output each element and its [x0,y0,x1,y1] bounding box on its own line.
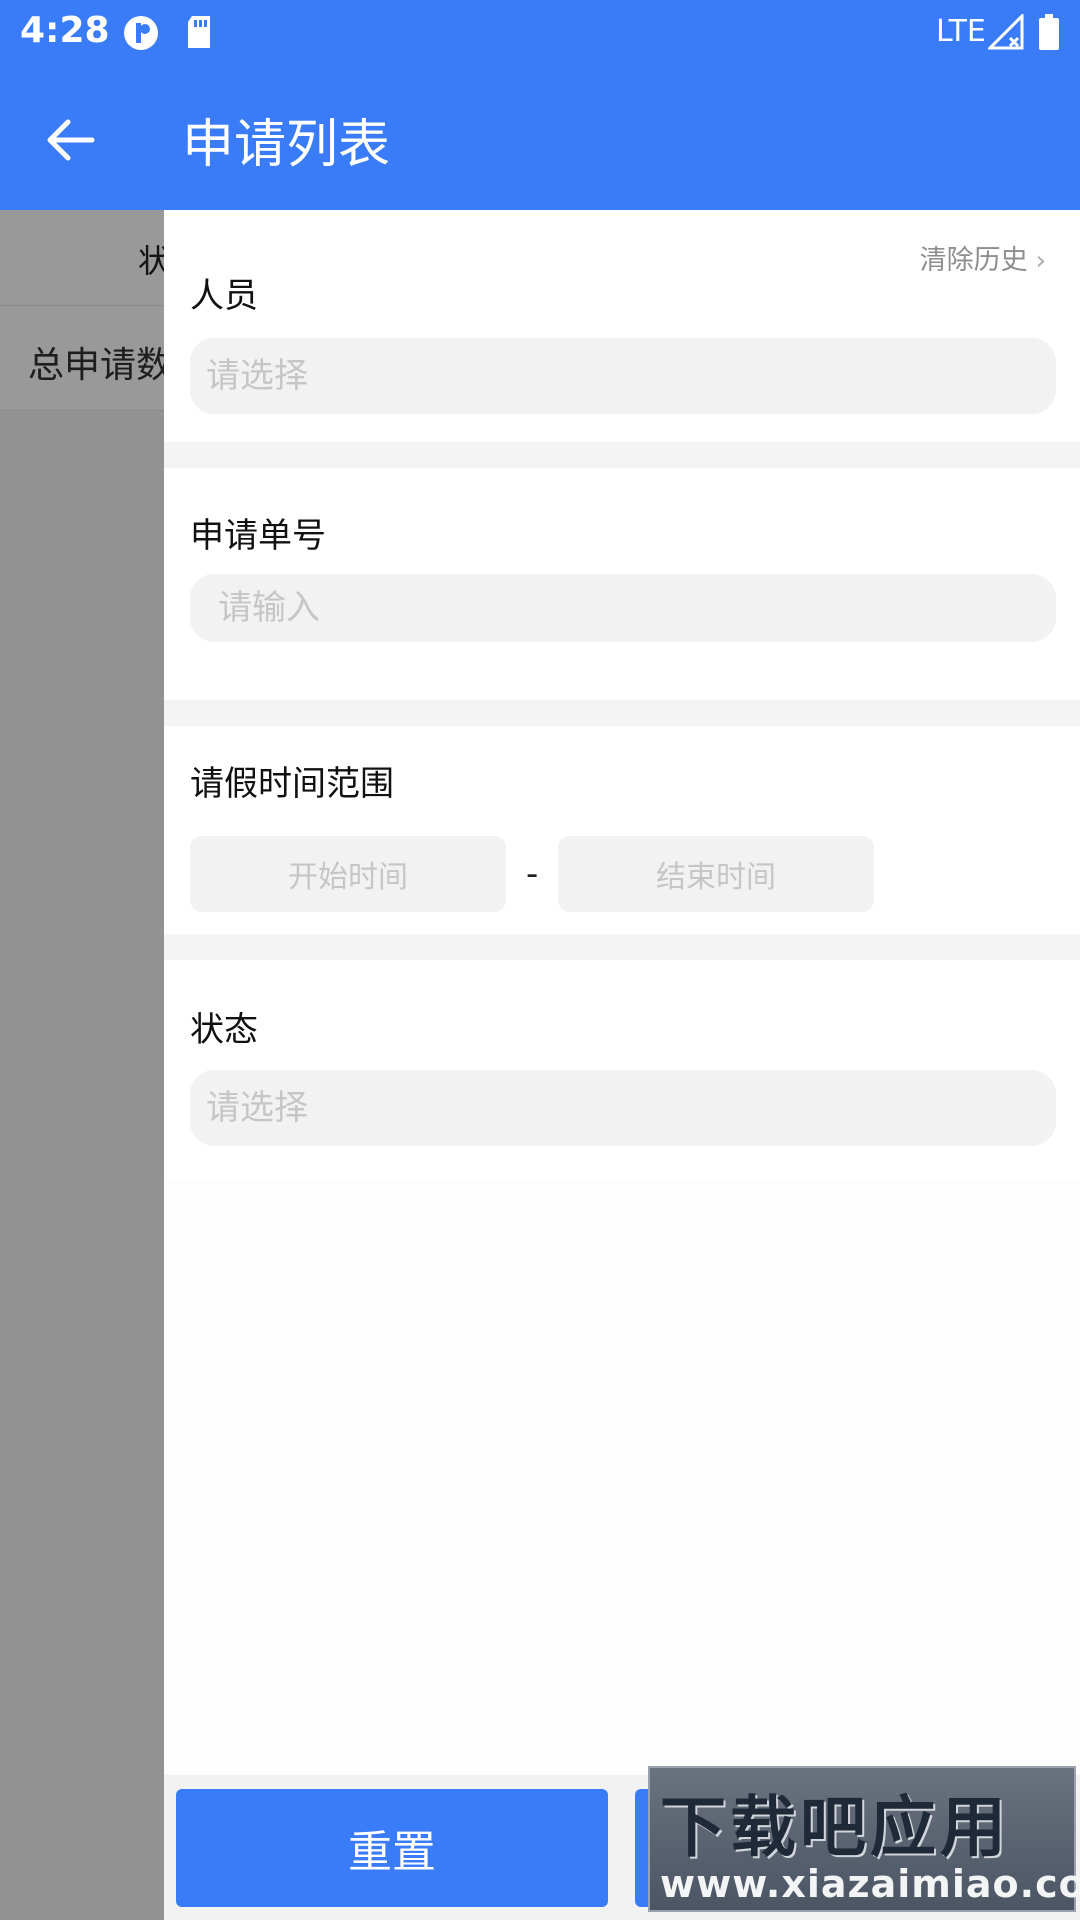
person-label: 人员 [190,276,258,316]
clear-history-label: 清除历史 [919,245,1028,276]
start-time-picker[interactable]: 开始时间 [190,836,506,912]
chevron-right-icon: › [1035,246,1046,276]
clear-history-link[interactable]: 清除历史 › [920,238,1046,277]
divider [164,442,1080,468]
reset-button[interactable]: 重置 [176,1789,608,1907]
sd-card-icon [188,16,210,48]
network-type: LTE [936,14,986,49]
request-no-input[interactable] [190,574,1056,642]
watermark-logo: 下载吧应用 www.xiazaimiao.com [648,1766,1080,1912]
request-no-section: 申请单号 [164,468,1080,700]
divider [164,700,1080,726]
filter-drawer: 清除历史› 人员 申请单号 请假时间范围 开始时间 - 结束时间 状态 重置 确… [164,210,1080,1920]
status-time: 4:28 [20,10,110,51]
status-select[interactable] [190,1070,1056,1146]
watermark-title: 下载吧应用 [660,1789,1010,1866]
leave-range-label: 请假时间范围 [190,764,394,804]
range-separator: - [526,854,539,894]
person-section: 清除历史 › 人员 [164,210,1080,442]
leave-range-section: 请假时间范围 开始时间 - 结束时间 [164,726,1080,934]
end-time-picker[interactable]: 结束时间 [558,836,874,912]
status-bar: 4:28 LTE [0,0,1080,64]
divider [164,934,1080,960]
person-select[interactable] [190,338,1056,414]
app-notification-icon [124,16,158,50]
signal-icon [988,14,1024,50]
status-section: 状态 [164,960,1080,1180]
app-bar: 申请列表 [0,64,1080,210]
watermark-url: www.xiazaimiao.com [660,1862,1080,1906]
back-arrow-icon[interactable] [40,110,100,170]
request-no-label: 申请单号 [190,516,326,556]
battery-icon [1039,14,1059,50]
status-label: 状态 [190,1010,258,1050]
page-title: 申请列表 [182,115,391,175]
